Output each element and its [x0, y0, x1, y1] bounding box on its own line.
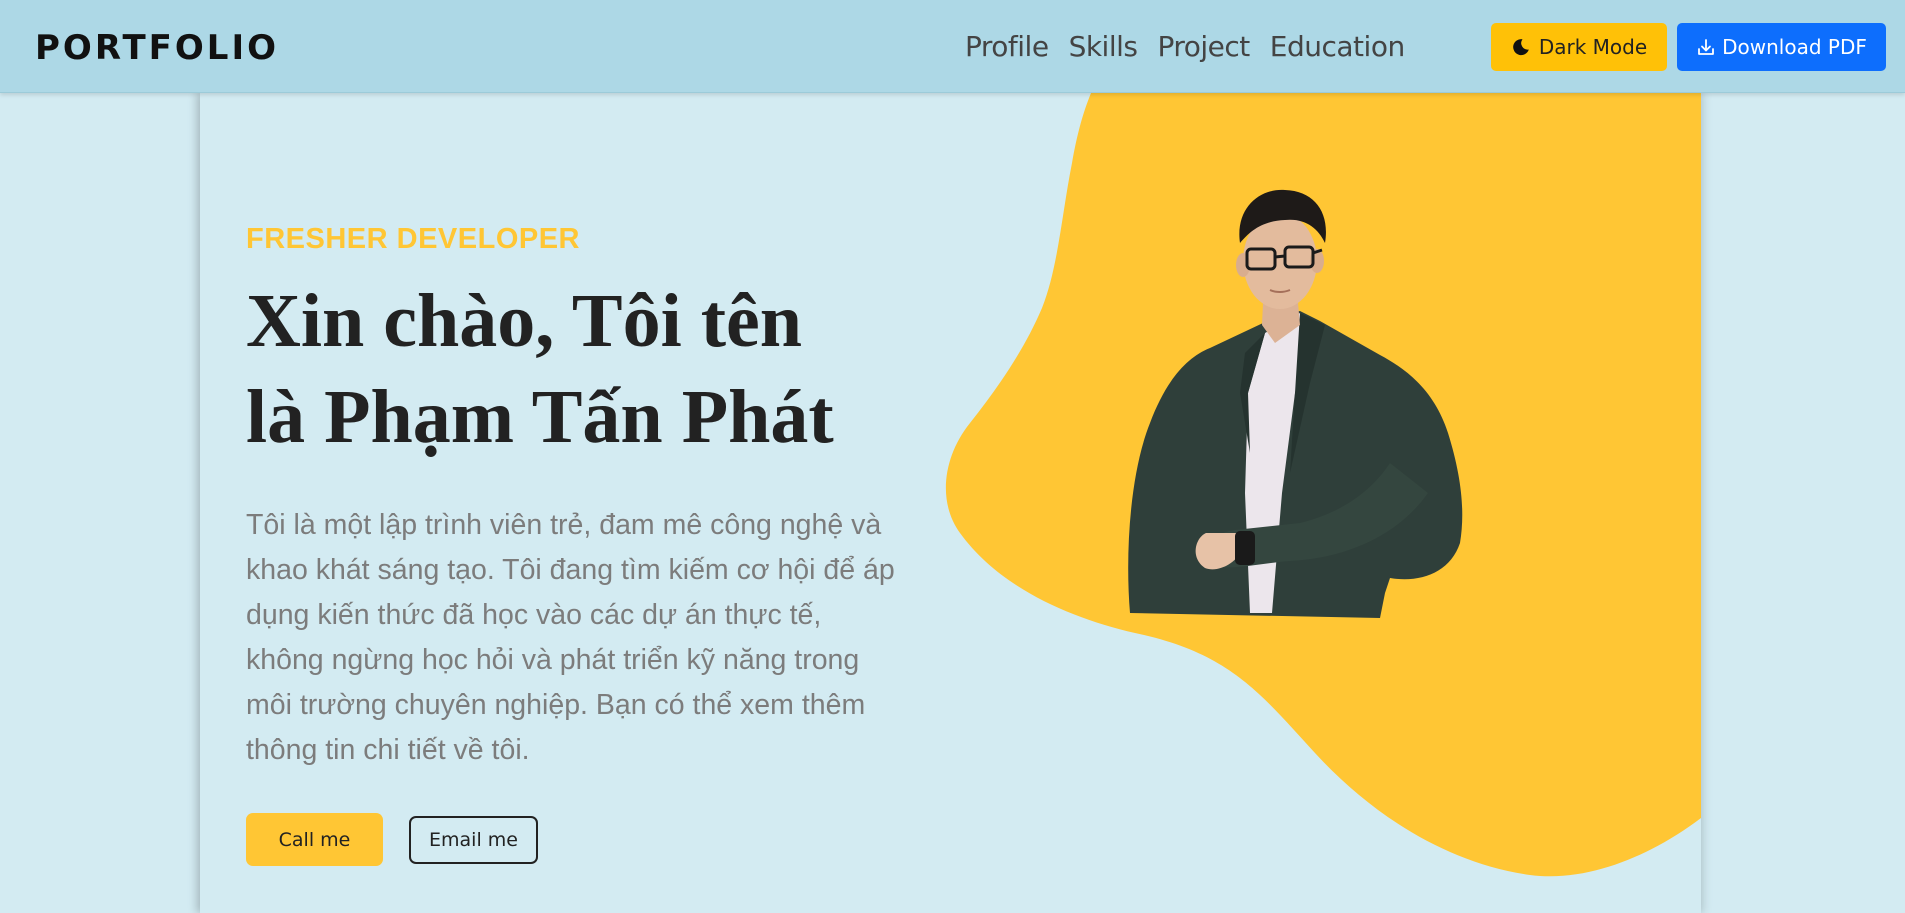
nav-link-project[interactable]: Project — [1157, 28, 1250, 66]
moon-icon — [1513, 39, 1529, 56]
dark-mode-label: Dark Mode — [1538, 35, 1648, 59]
hero-section: FRESHER DEVELOPER Xin chào, Tôi tên là P… — [200, 93, 1701, 913]
dark-mode-button[interactable]: Dark Mode — [1491, 23, 1667, 71]
nav-links: Profile Skills Project Education — [965, 28, 1425, 66]
download-pdf-label: Download PDF — [1722, 35, 1867, 59]
portrait-watch — [1235, 531, 1255, 565]
nav-link-profile[interactable]: Profile — [965, 28, 1049, 66]
download-icon — [1698, 39, 1715, 55]
download-pdf-button[interactable]: Download PDF — [1677, 23, 1886, 71]
nav-link-skills[interactable]: Skills — [1069, 28, 1138, 66]
nav-link-education[interactable]: Education — [1270, 28, 1405, 66]
navbar: PORTFOLIO Profile Skills Project Educati… — [0, 0, 1905, 93]
profile-photo — [1128, 189, 1463, 618]
brand-logo[interactable]: PORTFOLIO — [35, 28, 279, 68]
